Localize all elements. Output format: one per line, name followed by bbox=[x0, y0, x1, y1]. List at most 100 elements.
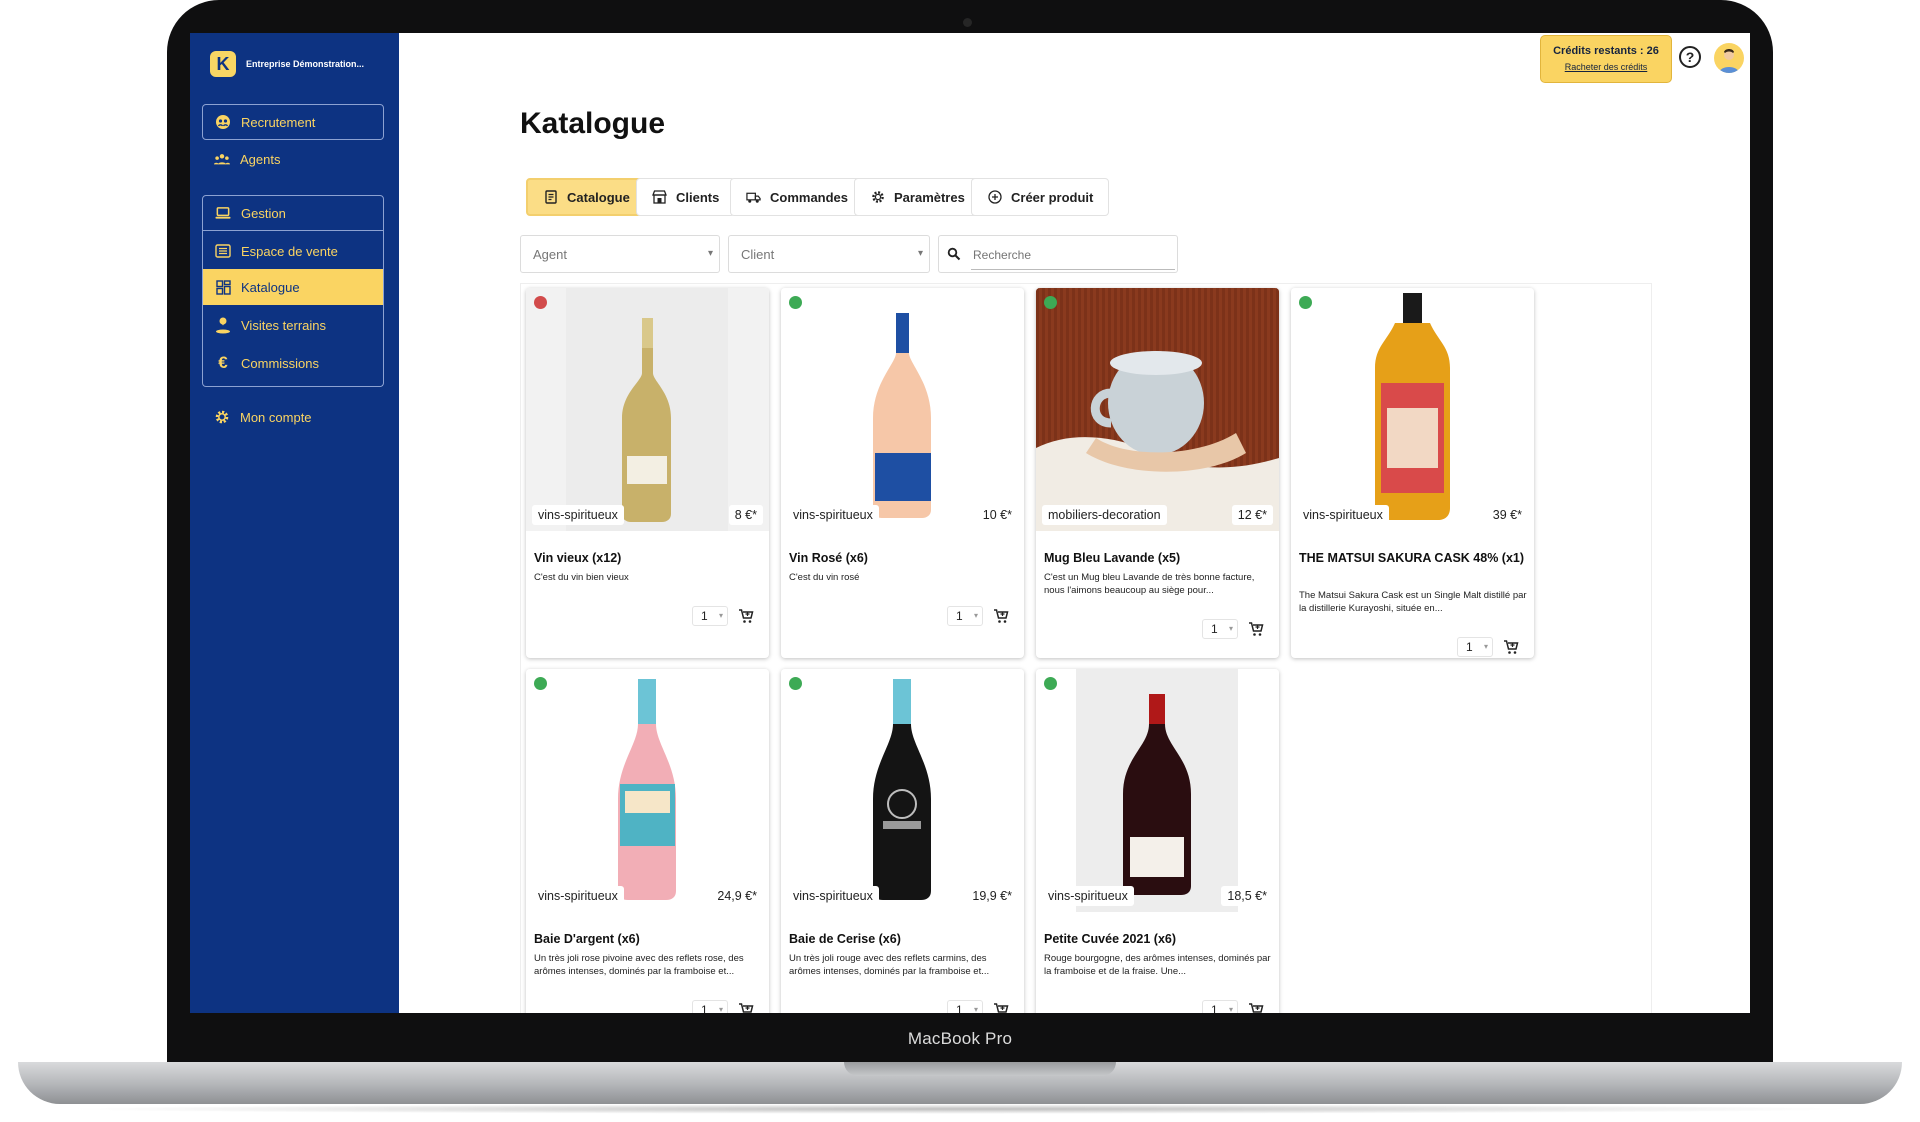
add-to-cart-icon[interactable] bbox=[738, 608, 754, 624]
tab-label: Créer produit bbox=[1011, 189, 1094, 205]
sidebar-item-gestion[interactable]: Gestion bbox=[202, 195, 384, 231]
product-card[interactable]: vins-spiritueux 39 €* THE MATSUI SAKURA … bbox=[1291, 288, 1534, 658]
camera bbox=[963, 18, 972, 27]
gear-icon bbox=[870, 190, 885, 205]
quantity-value: 1 bbox=[1211, 622, 1218, 636]
chevron-down-icon: ▾ bbox=[917, 248, 923, 259]
agents-icon bbox=[214, 151, 230, 167]
product-description: The Matsui Sakura Cask est un Single Mal… bbox=[1299, 590, 1527, 614]
agent-select-placeholder: Agent bbox=[533, 246, 567, 262]
catalogue-icon bbox=[543, 190, 558, 205]
tab-commandes[interactable]: Commandes bbox=[730, 178, 865, 216]
sidebar-item-recrutement[interactable]: Recrutement bbox=[202, 104, 384, 140]
chevron-down-icon: ▾ bbox=[718, 1005, 723, 1013]
agent-select[interactable]: Agent ▾ bbox=[520, 235, 720, 273]
product-name: Baie D'argent (x6) bbox=[534, 932, 640, 946]
quantity-value: 1 bbox=[1211, 1003, 1218, 1013]
chevron-down-icon: ▾ bbox=[707, 248, 713, 259]
product-card[interactable]: vins-spiritueux 8 €* Vin vieux (x12) C'e… bbox=[526, 288, 769, 658]
quantity-value: 1 bbox=[701, 609, 708, 623]
product-card[interactable]: vins-spiritueux 10 €* Vin Rosé (x6) C'es… bbox=[781, 288, 1024, 658]
product-description: Un très joli rose pivoine avec des refle… bbox=[534, 953, 744, 977]
buy-credits-link[interactable]: Racheter des crédits bbox=[1541, 62, 1671, 72]
status-dot bbox=[1044, 677, 1057, 690]
category-tag: vins-spiritueux bbox=[1297, 505, 1389, 525]
tab-clients[interactable]: Clients bbox=[636, 178, 736, 216]
laptop-base bbox=[18, 1062, 1902, 1104]
product-name: Baie de Cerise (x6) bbox=[789, 932, 901, 946]
sidebar-item-label: Agents bbox=[240, 151, 281, 167]
product-name: Vin Rosé (x6) bbox=[789, 551, 868, 565]
location-person-icon bbox=[215, 317, 231, 334]
quantity-select[interactable]: 1 ▾ bbox=[1202, 619, 1238, 639]
sidebar-item-katalogue[interactable]: Katalogue bbox=[203, 269, 383, 305]
product-card[interactable]: mobiliers-decoration 12 €* Mug Bleu Lava… bbox=[1036, 288, 1279, 658]
quantity-value: 1 bbox=[956, 1003, 963, 1013]
quantity-select[interactable]: 1 ▾ bbox=[692, 606, 728, 626]
sidebar-item-espace-de-vente[interactable]: Espace de vente bbox=[203, 233, 383, 269]
truck-icon bbox=[746, 190, 761, 205]
page-title: Katalogue bbox=[520, 107, 666, 140]
laptop-shadow bbox=[60, 1104, 1860, 1114]
sidebar-item-commissions[interactable]: € Commissions bbox=[203, 345, 383, 381]
product-name: Vin vieux (x12) bbox=[534, 551, 622, 565]
logo: K bbox=[210, 51, 236, 77]
quantity-value: 1 bbox=[701, 1003, 708, 1013]
tab-label: Catalogue bbox=[567, 189, 630, 205]
recruitment-icon bbox=[215, 114, 231, 130]
help-icon[interactable]: ? bbox=[1679, 46, 1701, 68]
sidebar-item-label: Recrutement bbox=[241, 114, 316, 130]
category-tag: vins-spiritueux bbox=[787, 505, 879, 525]
client-select[interactable]: Client ▾ bbox=[728, 235, 930, 273]
add-to-cart-icon[interactable] bbox=[1248, 621, 1264, 637]
add-to-cart-icon[interactable] bbox=[993, 1002, 1009, 1013]
category-tag: vins-spiritueux bbox=[532, 886, 624, 906]
quantity-select[interactable]: 1 ▾ bbox=[947, 606, 983, 626]
add-to-cart-icon[interactable] bbox=[993, 608, 1009, 624]
price-badge: 24,9 €* bbox=[711, 886, 763, 906]
laptop-icon bbox=[215, 205, 231, 221]
avatar[interactable] bbox=[1714, 43, 1744, 73]
chevron-down-icon: ▾ bbox=[1483, 642, 1488, 651]
quantity-value: 1 bbox=[956, 609, 963, 623]
product-description: Un très joli rouge avec des reflets carm… bbox=[789, 953, 990, 977]
search-input[interactable] bbox=[971, 241, 1175, 270]
product-description: Rouge bourgogne, des arômes intenses, do… bbox=[1044, 953, 1271, 977]
product-card[interactable]: vins-spiritueux 19,9 €* Baie de Cerise (… bbox=[781, 669, 1024, 1013]
credits-remaining: Crédits restants : 26 bbox=[1553, 45, 1659, 57]
company-name: Entreprise Démonstration... bbox=[246, 59, 365, 69]
product-description: C'est du vin bien vieux bbox=[534, 572, 629, 583]
tab-parametres[interactable]: Paramètres bbox=[854, 178, 981, 216]
logo-row[interactable]: K Entreprise Démonstration... bbox=[210, 51, 364, 77]
add-to-cart-icon[interactable] bbox=[1248, 1002, 1264, 1013]
quantity-select[interactable]: 1 ▾ bbox=[692, 1000, 728, 1013]
product-card[interactable]: vins-spiritueux 18,5 €* Petite Cuvée 202… bbox=[1036, 669, 1279, 1013]
chevron-down-icon: ▾ bbox=[1228, 624, 1233, 633]
sidebar: K Entreprise Démonstration... Recrutemen… bbox=[190, 33, 399, 1013]
tab-catalogue[interactable]: Catalogue bbox=[526, 178, 647, 216]
quantity-value: 1 bbox=[1466, 640, 1473, 654]
sidebar-item-visites-terrains[interactable]: Visites terrains bbox=[203, 307, 383, 343]
sidebar-item-label: Gestion bbox=[241, 205, 286, 221]
product-card[interactable]: vins-spiritueux 24,9 €* Baie D'argent (x… bbox=[526, 669, 769, 1013]
category-tag: vins-spiritueux bbox=[1042, 886, 1134, 906]
laptop-notch bbox=[844, 1062, 1116, 1076]
price-badge: 10 €* bbox=[976, 505, 1018, 525]
price-badge: 12 €* bbox=[1231, 505, 1273, 525]
credits-box: Crédits restants : 26 Racheter des crédi… bbox=[1540, 35, 1672, 83]
grid-icon bbox=[215, 279, 231, 295]
quantity-select[interactable]: 1 ▾ bbox=[1202, 1000, 1238, 1013]
tab-label: Commandes bbox=[770, 189, 849, 205]
sidebar-item-agents[interactable]: Agents bbox=[202, 141, 384, 177]
tab-label: Paramètres bbox=[894, 189, 965, 205]
product-image bbox=[1036, 669, 1279, 912]
quantity-select[interactable]: 1 ▾ bbox=[1457, 637, 1493, 657]
sidebar-item-mon-compte[interactable]: Mon compte bbox=[202, 399, 384, 435]
quantity-select[interactable]: 1 ▾ bbox=[947, 1000, 983, 1013]
status-dot bbox=[789, 677, 802, 690]
add-to-cart-icon[interactable] bbox=[1503, 639, 1519, 655]
status-dot bbox=[789, 296, 802, 309]
add-to-cart-icon[interactable] bbox=[738, 1002, 754, 1013]
sidebar-item-label: Mon compte bbox=[240, 409, 312, 425]
tab-creer-produit[interactable]: Créer produit bbox=[971, 178, 1110, 216]
